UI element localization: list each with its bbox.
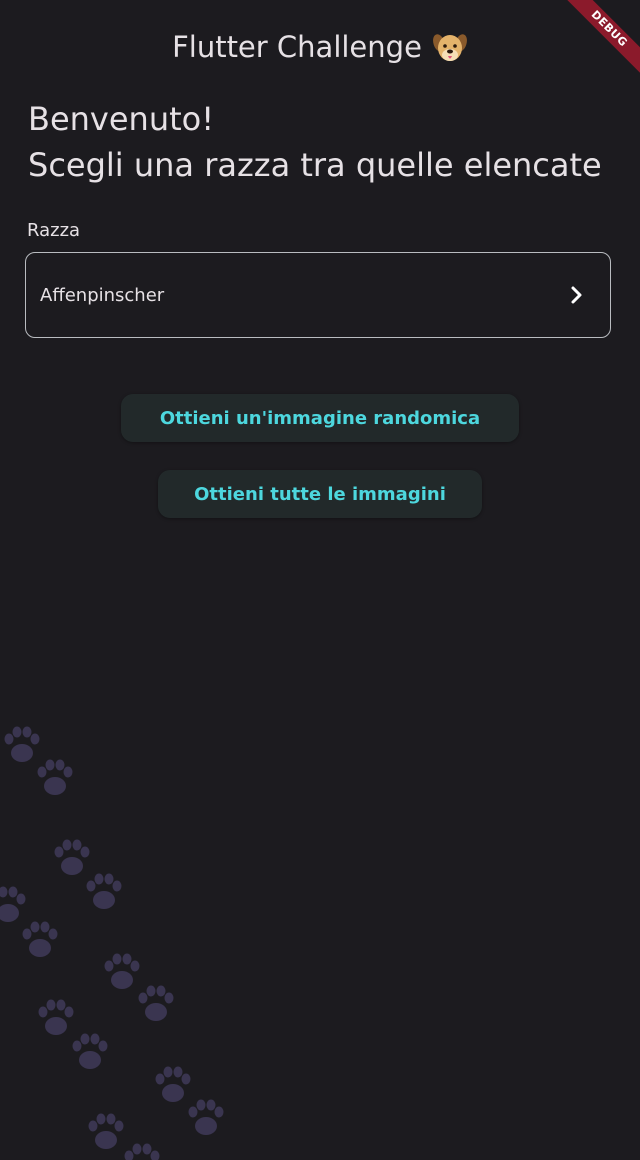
welcome-text: Benvenuto! Scegli una razza tra quelle e… — [28, 96, 602, 188]
paw-print-icon — [0, 886, 26, 922]
paw-print-icon — [104, 953, 140, 989]
breed-field-label: Razza — [27, 220, 81, 241]
paw-print-icon — [37, 759, 73, 795]
welcome-instruction: Scegli una razza tra quelle elencate — [28, 146, 602, 184]
paw-print-icon — [188, 1099, 224, 1135]
paw-prints-decoration — [0, 726, 224, 1160]
paw-print-icon — [86, 873, 122, 909]
paw-print-icon — [4, 726, 40, 762]
random-image-button[interactable]: Ottieni un'immagine randomica — [121, 394, 519, 442]
paw-print-icon — [124, 1143, 160, 1160]
app-title: Flutter Challenge — [172, 30, 422, 64]
paw-print-icon — [138, 985, 174, 1021]
app-bar: Flutter Challenge — [0, 22, 640, 72]
paw-print-icon — [72, 1033, 108, 1069]
chevron-right-icon — [564, 283, 588, 307]
paw-print-icon — [38, 999, 74, 1035]
paw-print-icon — [22, 921, 58, 957]
all-images-button[interactable]: Ottieni tutte le immagini — [158, 470, 482, 518]
paw-print-icon — [88, 1113, 124, 1149]
dog-face-icon — [432, 29, 468, 65]
breed-selected-value: Affenpinscher — [40, 284, 165, 306]
paw-print-icon — [155, 1066, 191, 1102]
paw-print-icon — [54, 839, 90, 875]
breed-selector[interactable]: Affenpinscher — [25, 252, 611, 338]
welcome-heading: Benvenuto! — [28, 100, 215, 138]
